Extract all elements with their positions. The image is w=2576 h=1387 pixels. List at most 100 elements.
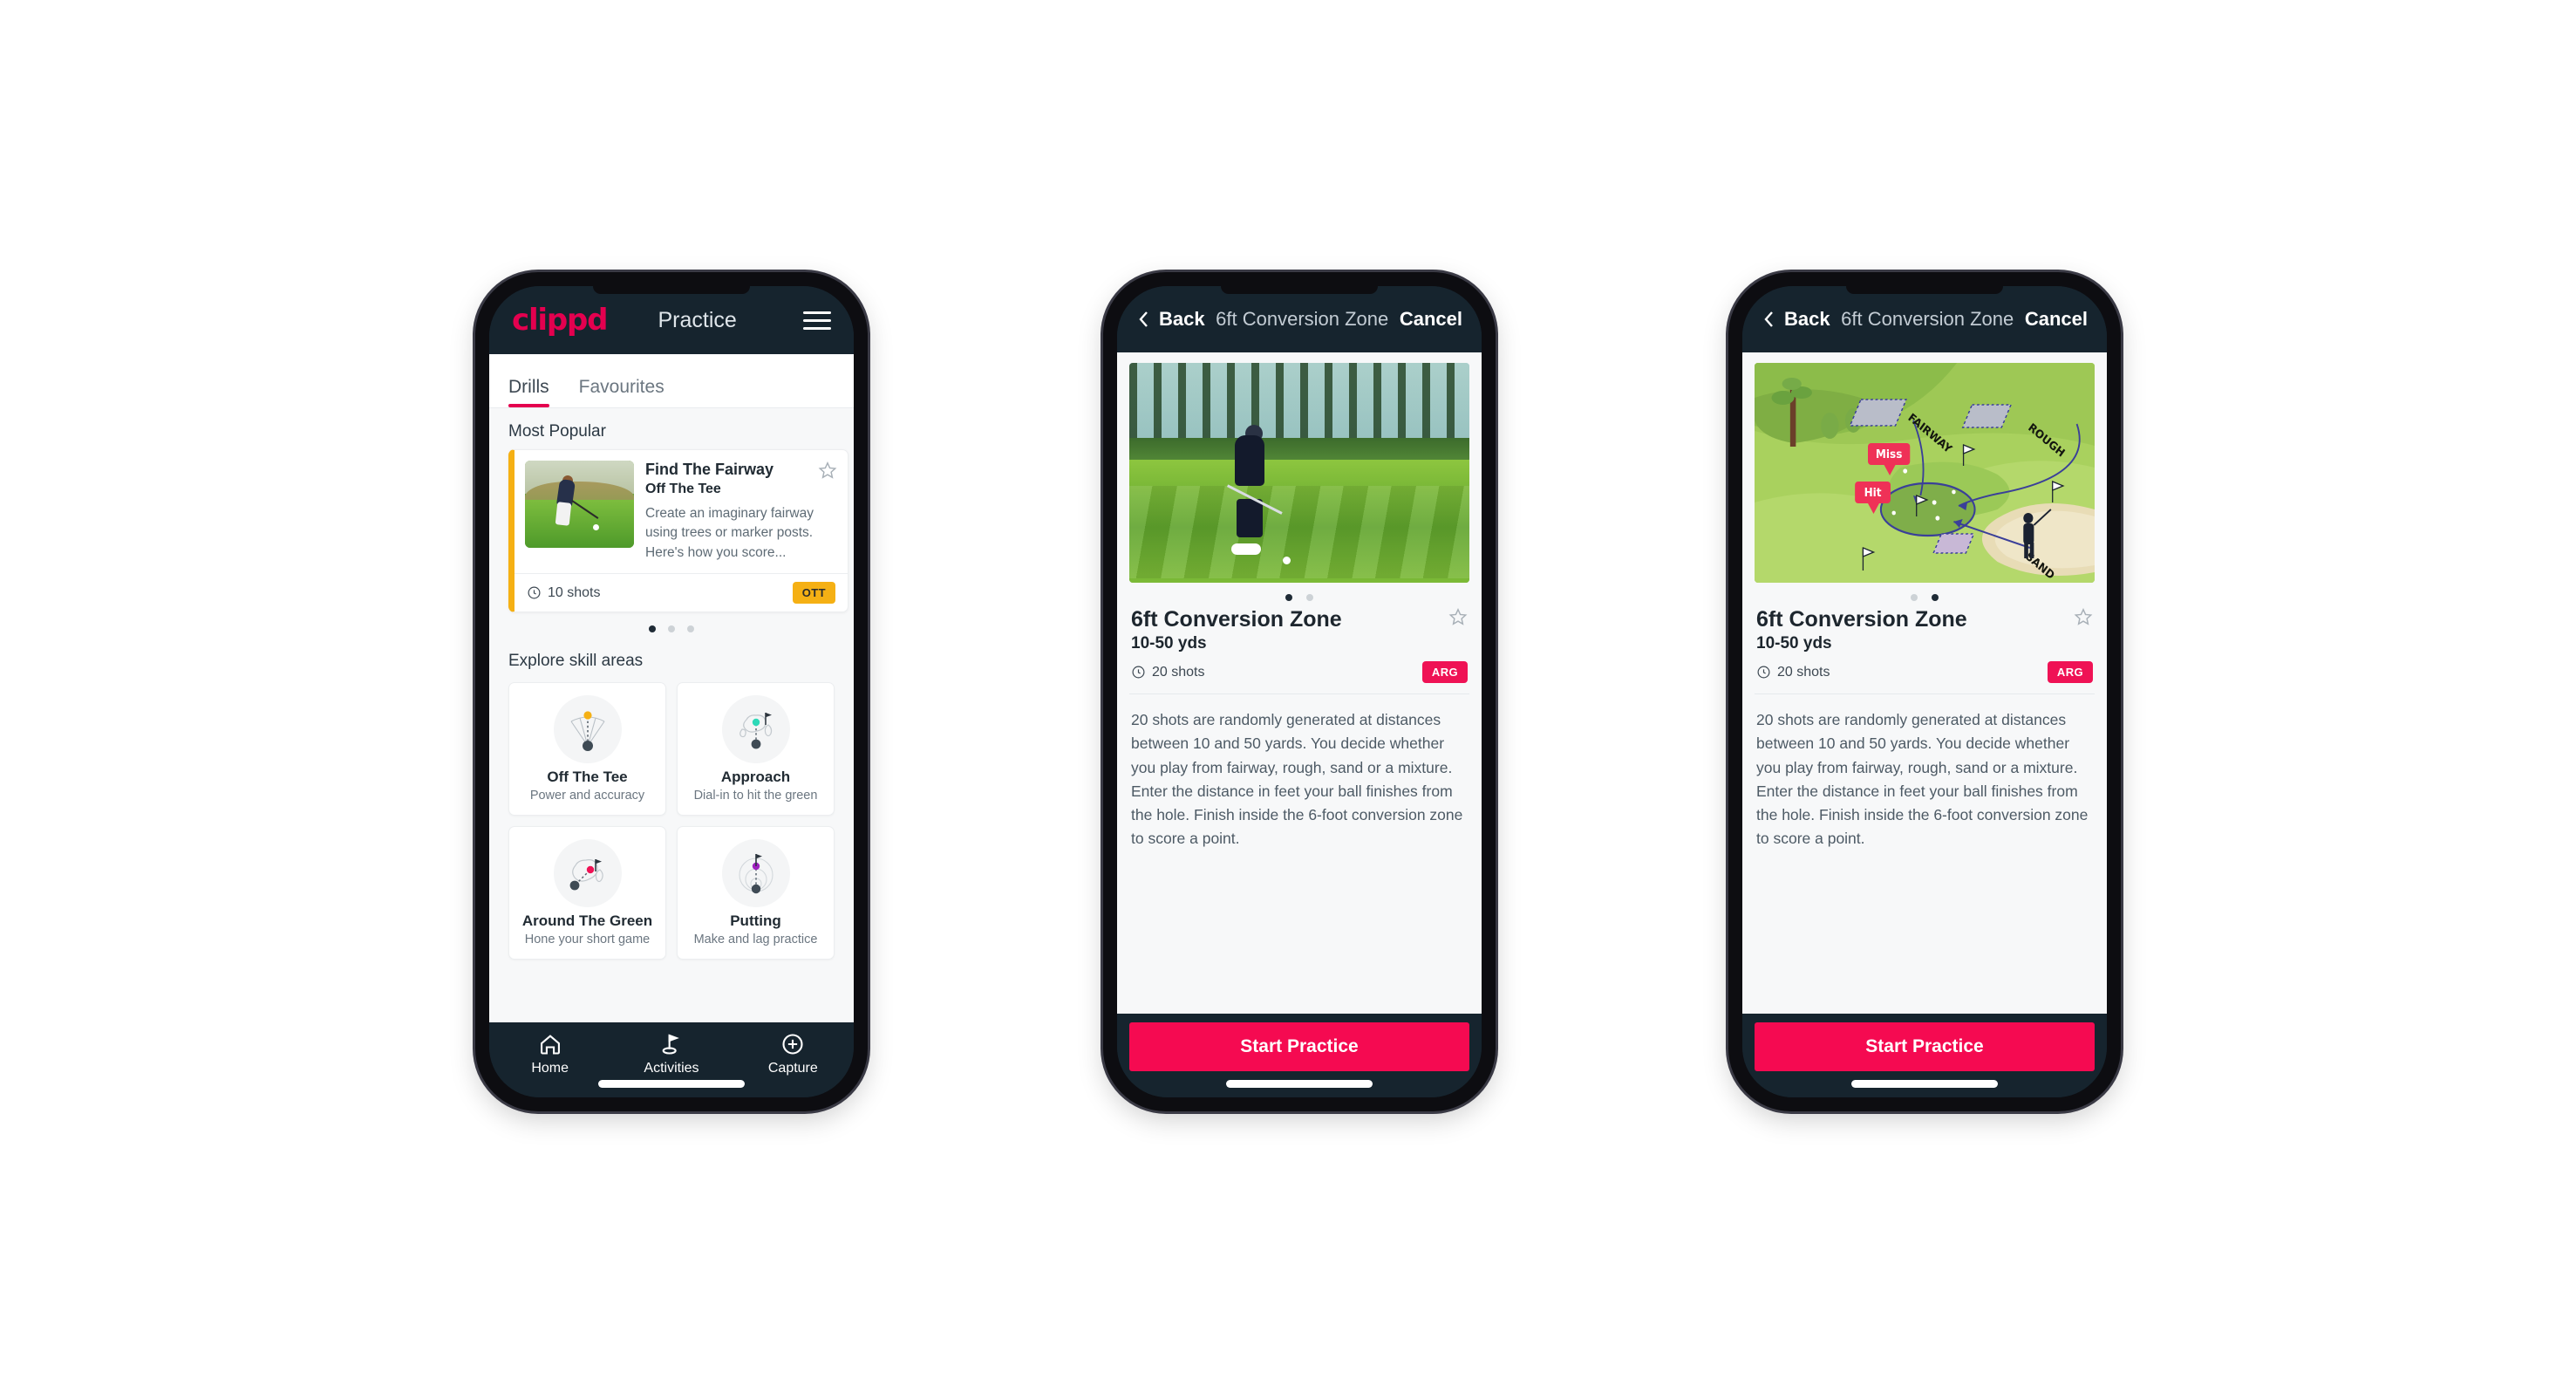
around-green-icon [553, 839, 622, 908]
carousel-dot-2[interactable] [668, 625, 675, 633]
start-practice-button[interactable]: Start Practice [1755, 1022, 2095, 1071]
chevron-left-icon [1764, 311, 1773, 327]
star-outline-icon[interactable] [1448, 607, 1468, 626]
nav-item-home[interactable]: Home [489, 1032, 610, 1076]
chevron-left-icon [1139, 311, 1148, 327]
drill-card-body: Find The Fairway Off The Tee Create an i… [515, 450, 848, 573]
drill-card-footer: 10 shots OTT [515, 573, 848, 612]
star-outline-icon[interactable] [818, 461, 837, 480]
practice-content: Most Popular Find The Fairway Off The Te… [489, 408, 854, 1022]
carousel-dot-1[interactable] [649, 625, 656, 633]
tab-favourites[interactable]: Favourites [579, 377, 680, 407]
carousel-pagination[interactable] [489, 612, 854, 638]
status-badge-arg: ARG [2047, 661, 2093, 683]
drill-shots: 10 shots [527, 585, 600, 601]
drill-shots-label: 20 shots [1777, 664, 1830, 680]
drill-shots: 20 shots [1756, 665, 1830, 680]
hero-dot-1[interactable] [1285, 594, 1292, 601]
phone-mockup-drill-detail-photo: Back 6ft Conversion Zone Cancel 6ft Conv… [1103, 272, 1496, 1111]
detail-header: Back 6ft Conversion Zone Cancel [1742, 286, 2107, 352]
drill-yardage: 10-50 yds [1756, 634, 1832, 653]
phone3-screen: Back 6ft Conversion Zone Cancel FAIRWAY … [1742, 286, 2107, 1097]
skill-card-off-the-tee[interactable]: Off The Tee Power and accuracy [508, 682, 666, 816]
app-header: clippd Practice [489, 286, 854, 354]
skill-name: Off The Tee [547, 769, 628, 786]
detail-title-row: 6ft Conversion Zone [1129, 605, 1469, 632]
drill-hero-diagram[interactable]: FAIRWAY ROUGH SAND Miss Hit [1755, 363, 2095, 583]
detail-meta-row: 20 shots ARG [1755, 653, 2095, 694]
skill-name: Approach [720, 769, 791, 786]
drill-card[interactable]: Find The Fairway Off The Tee Create an i… [508, 449, 848, 613]
back-label: Back [1784, 308, 1830, 330]
hero-dot-2[interactable] [1306, 594, 1313, 601]
hero-dot-2[interactable] [1932, 594, 1939, 601]
carousel-dot-3[interactable] [687, 625, 694, 633]
phone-mockup-drill-detail-diagram: Back 6ft Conversion Zone Cancel FAIRWAY … [1728, 272, 2121, 1111]
device-notch [593, 286, 750, 294]
back-button[interactable]: Back [1762, 308, 1830, 331]
clock-icon [528, 586, 541, 599]
start-practice-button[interactable]: Start Practice [1129, 1022, 1469, 1071]
plus-circle-icon [782, 1034, 803, 1055]
device-notch [1221, 286, 1378, 294]
drill-carousel[interactable]: Find The Fairway Off The Tee Create an i… [489, 449, 854, 613]
drill-shots: 20 shots [1131, 665, 1204, 680]
detail-title: 6ft Conversion Zone [1841, 308, 2014, 330]
hero-pagination[interactable] [1129, 583, 1469, 605]
cancel-button[interactable]: Cancel [1400, 308, 1462, 331]
phone-mockup-practice-list: clippd Practice Drills Favourites Most P… [475, 272, 868, 1111]
drill-thumbnail [525, 461, 634, 548]
drill-hero-photo[interactable] [1129, 363, 1469, 583]
back-label: Back [1159, 308, 1205, 330]
screenshot-canvas: clippd Practice Drills Favourites Most P… [0, 0, 2576, 1387]
skill-name: Around The Green [521, 912, 653, 930]
status-badge-arg: ARG [1421, 661, 1468, 683]
back-button[interactable]: Back [1136, 308, 1205, 331]
skill-card-approach[interactable]: Approach Dial-in to hit the green [677, 682, 835, 816]
skill-card-around-the-green[interactable]: Around The Green Hone your short game [508, 826, 666, 960]
detail-title: 6ft Conversion Zone [1216, 308, 1389, 330]
home-indicator [598, 1080, 745, 1088]
nav-label: Activities [644, 1061, 699, 1076]
skill-name: Putting [730, 912, 781, 930]
detail-content: FAIRWAY ROUGH SAND Miss Hit 6ft Conversi… [1742, 352, 2107, 1014]
detail-title-row: 6ft Conversion Zone [1755, 605, 2095, 632]
drill-shots-label: 10 shots [548, 584, 601, 600]
skill-card-putting[interactable]: Putting Make and lag practice [677, 826, 835, 960]
nav-label: Capture [767, 1061, 818, 1076]
detail-content: 6ft Conversion Zone 10-50 yds 20 shots A… [1117, 352, 1482, 1014]
page-title: Practice [658, 307, 737, 332]
drill-yardage: 10-50 yds [1131, 634, 1207, 653]
home-indicator [1851, 1080, 1998, 1088]
putting-rings-icon [721, 839, 790, 908]
skill-desc: Power and accuracy [529, 789, 645, 803]
detail-meta-row: 20 shots ARG [1129, 653, 1469, 694]
drill-description: 20 shots are randomly generated at dista… [1131, 711, 1463, 848]
drill-description: 20 shots are randomly generated at dista… [1756, 711, 2089, 848]
skill-desc: Dial-in to hit the green [693, 789, 818, 803]
nav-item-capture[interactable]: Capture [733, 1032, 854, 1076]
drill-name: Find The Fairway [645, 461, 774, 478]
clock-icon [1757, 666, 1770, 679]
hamburger-menu-icon[interactable] [803, 311, 831, 330]
home-icon [540, 1035, 560, 1055]
svg-text:Hit: Hit [1864, 486, 1882, 500]
skill-desc: Hone your short game [524, 933, 651, 947]
status-badge-ott: OTT [792, 582, 835, 605]
most-popular-heading: Most Popular [508, 422, 606, 441]
approach-green-icon [721, 695, 790, 764]
hero-dot-1[interactable] [1911, 594, 1918, 601]
star-outline-icon[interactable] [2074, 607, 2093, 626]
tab-drills[interactable]: Drills [508, 377, 565, 407]
phone1-screen: clippd Practice Drills Favourites Most P… [489, 286, 854, 1097]
golf-flag-icon [662, 1034, 679, 1055]
drill-shots-label: 20 shots [1152, 664, 1205, 680]
hero-pagination[interactable] [1755, 583, 2095, 605]
drill-description: Create an imaginary fairway using trees … [645, 506, 814, 560]
skill-areas-heading: Explore skill areas [508, 652, 644, 671]
nav-label: Home [531, 1061, 569, 1076]
skill-areas-grid: Off The Tee Power and accuracy Approach … [489, 679, 854, 960]
nav-item-activities[interactable]: Activities [610, 1032, 732, 1076]
clock-icon [1132, 666, 1145, 679]
cancel-button[interactable]: Cancel [2025, 308, 2088, 331]
